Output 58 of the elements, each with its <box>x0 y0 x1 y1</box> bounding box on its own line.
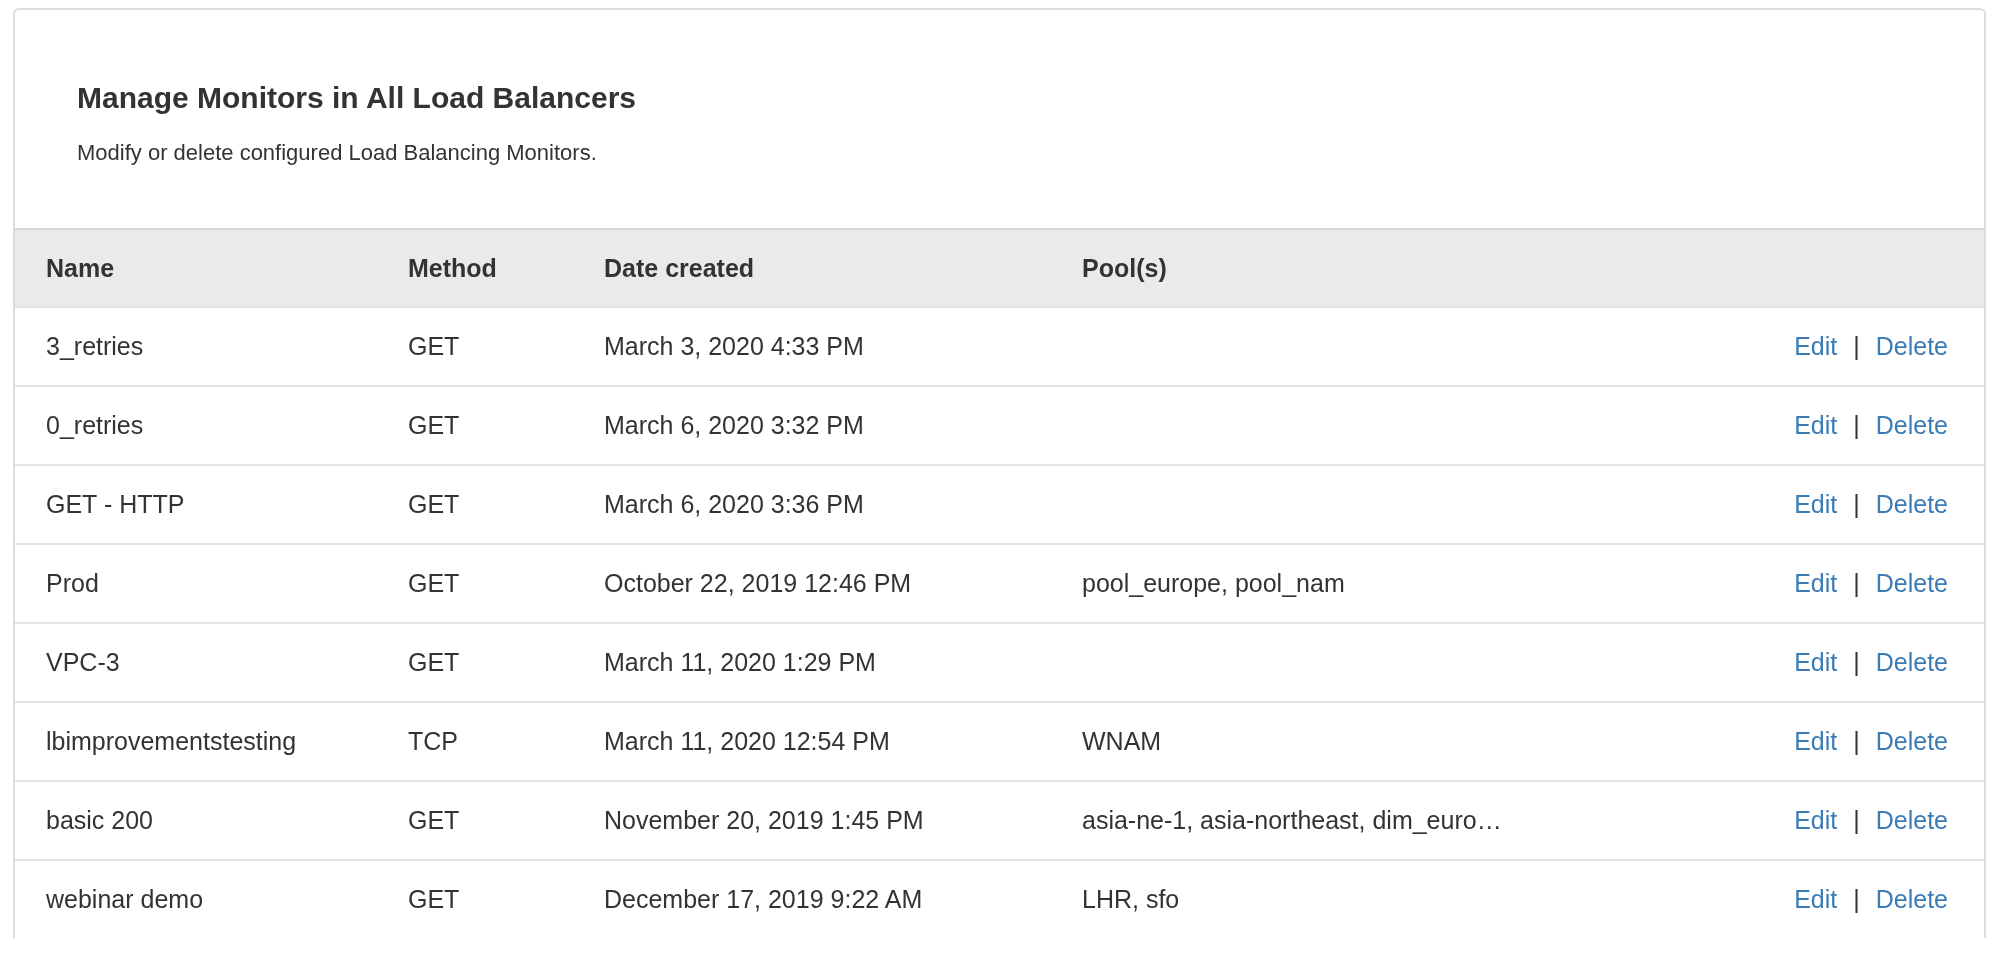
table-cell: Prod <box>46 569 99 598</box>
delete-link[interactable]: Delete <box>1875 490 1948 520</box>
edit-link[interactable]: Edit <box>1794 569 1838 599</box>
delete-link[interactable]: Delete <box>1875 885 1948 915</box>
table-cell: March 6, 2020 3:32 PM <box>604 411 864 440</box>
separator: | <box>1853 727 1860 757</box>
column-header: Method <box>408 229 604 308</box>
edit-link[interactable]: Edit <box>1794 411 1838 441</box>
separator: | <box>1853 332 1860 362</box>
table-cell: asia-ne-1, asia-northeast, dim_euro… <box>1082 806 1502 835</box>
table-cell: WNAM <box>1082 727 1162 756</box>
table-cell: 3_retries <box>46 332 144 361</box>
edit-link[interactable]: Edit <box>1794 648 1838 678</box>
table-cell: March 6, 2020 3:36 PM <box>604 490 864 519</box>
delete-link[interactable]: Delete <box>1875 727 1948 757</box>
table-cell: GET <box>408 648 460 677</box>
table-cell: lbimprovementstesting <box>46 727 297 756</box>
separator: | <box>1853 411 1860 441</box>
table-cell: GET - HTTP <box>46 490 185 519</box>
table-cell: GET <box>408 569 460 598</box>
edit-link[interactable]: Edit <box>1794 806 1838 836</box>
delete-link[interactable]: Delete <box>1875 648 1948 678</box>
table-cell: TCP <box>408 727 458 756</box>
table-cell: LHR, sfo <box>1082 885 1180 914</box>
delete-link[interactable]: Delete <box>1875 411 1948 441</box>
table-cell: GET <box>408 332 460 361</box>
separator: | <box>1853 648 1860 678</box>
delete-link[interactable]: Delete <box>1875 332 1948 362</box>
table-cell: 0_retries <box>46 411 144 440</box>
table-cell: March 3, 2020 4:33 PM <box>604 332 864 361</box>
edit-link[interactable]: Edit <box>1794 332 1838 362</box>
table-cell: basic 200 <box>46 806 154 835</box>
separator: | <box>1853 885 1860 915</box>
table-cell: pool_europe, pool_nam <box>1082 569 1345 598</box>
table-cell: GET <box>408 490 460 519</box>
delete-link[interactable]: Delete <box>1875 806 1948 836</box>
table-cell: GET <box>408 411 460 440</box>
column-header: Name <box>15 229 408 308</box>
column-header: Date created <box>604 229 1082 308</box>
edit-link[interactable]: Edit <box>1794 885 1838 915</box>
separator: | <box>1853 806 1860 836</box>
separator: | <box>1853 490 1860 520</box>
table-cell: GET <box>408 806 460 835</box>
delete-link[interactable]: Delete <box>1875 569 1948 599</box>
table-cell: March 11, 2020 1:29 PM <box>604 648 876 677</box>
table-cell: VPC-3 <box>46 648 120 677</box>
table-cell: December 17, 2019 9:22 AM <box>604 885 923 914</box>
edit-link[interactable]: Edit <box>1794 727 1838 757</box>
table-cell: March 11, 2020 12:54 PM <box>604 727 890 756</box>
edit-link[interactable]: Edit <box>1794 490 1838 520</box>
table-cell: GET <box>408 885 460 914</box>
page-description: Modify or delete configured Load Balancing Monitors. <box>77 140 598 167</box>
table-cell: November 20, 2019 1:45 PM <box>604 806 924 835</box>
column-header: Pool(s) <box>1082 229 1704 308</box>
table-cell: webinar demo <box>46 885 204 914</box>
separator: | <box>1853 569 1860 599</box>
table-cell: October 22, 2019 12:46 PM <box>604 569 912 598</box>
page-title: Manage Monitors in All Load Balancers <box>77 80 637 116</box>
